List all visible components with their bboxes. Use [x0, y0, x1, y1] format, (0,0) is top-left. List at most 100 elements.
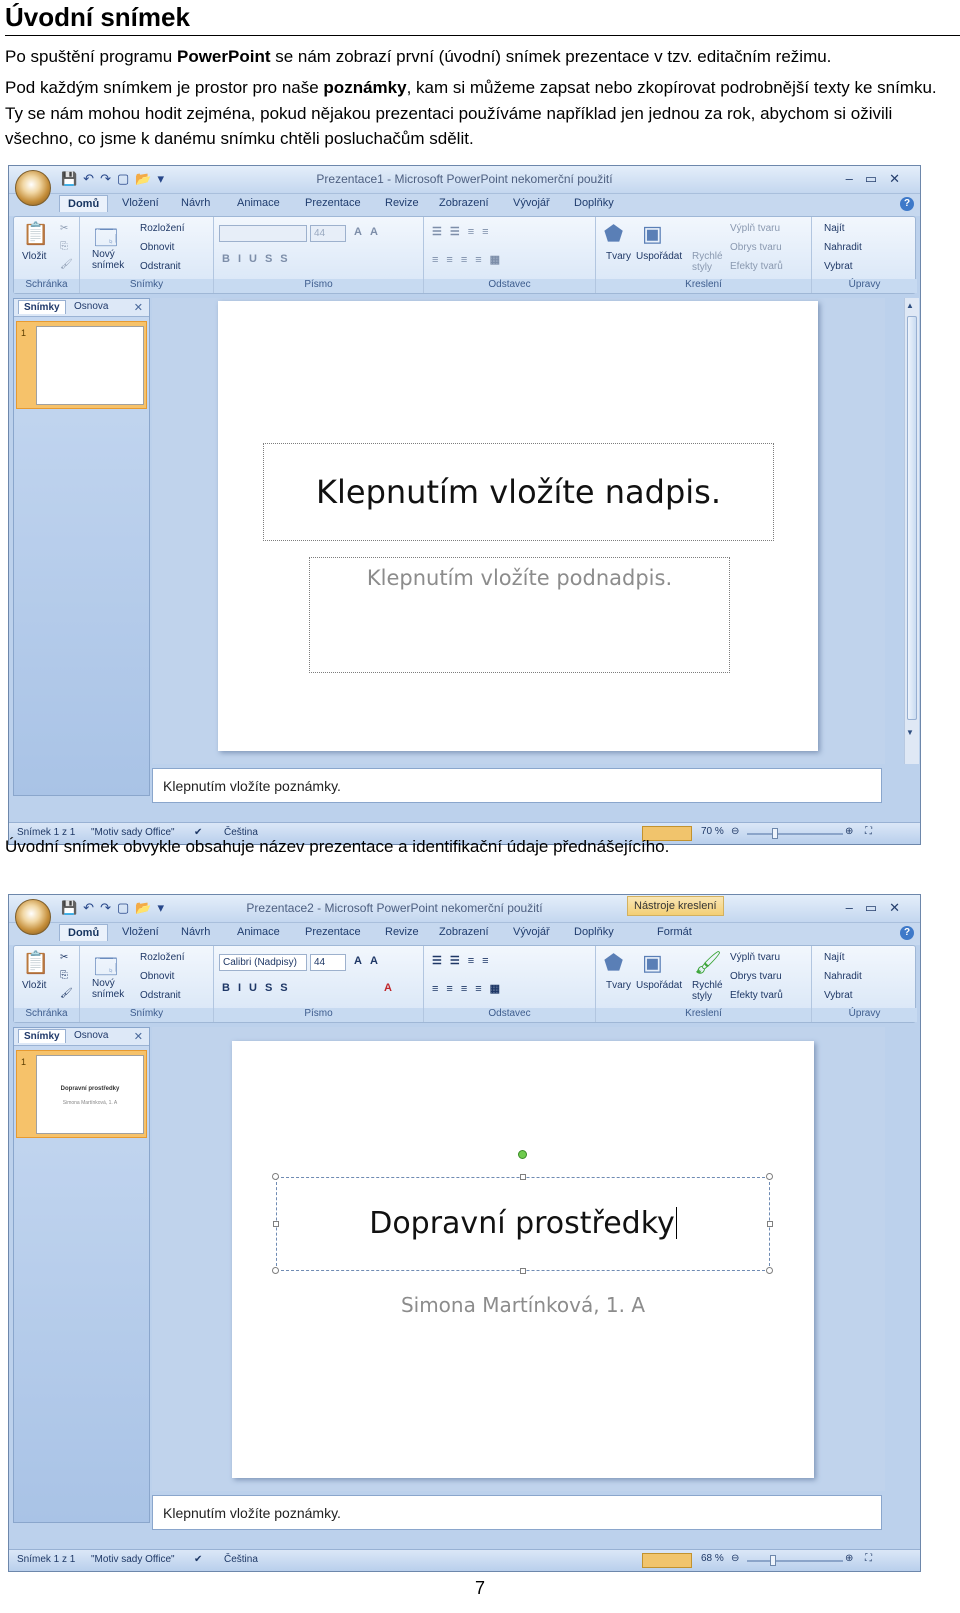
zoom-level[interactable]: 68 %	[701, 1553, 724, 1564]
tab-prezentace[interactable]: Prezentace	[305, 197, 361, 209]
tab-format[interactable]: Formát	[657, 926, 692, 938]
font-name-select[interactable]	[219, 225, 307, 242]
tab-vlozeni[interactable]: Vložení	[122, 197, 159, 209]
new-slide-button[interactable]: Nový snímek	[92, 249, 132, 271]
vertical-scrollbar[interactable]: ▲ ▼	[904, 298, 919, 764]
tab-domu[interactable]: Domů	[59, 924, 109, 941]
cut-icon[interactable]: ✂	[60, 223, 68, 234]
shape-effects-button[interactable]: Efekty tvarů	[730, 261, 783, 272]
find-button[interactable]: Najít	[824, 952, 845, 963]
tab-vlozeni[interactable]: Vložení	[122, 926, 159, 938]
replace-button[interactable]: Nahradit	[824, 242, 862, 253]
align-icons[interactable]: ≡≡≡≡▦	[432, 253, 508, 266]
zoom-out-icon[interactable]: ⊖	[731, 1553, 739, 1564]
tab-revize[interactable]: Revize	[385, 926, 419, 938]
delete-slide-button[interactable]: Odstranit	[140, 261, 181, 272]
cut-icon[interactable]: ✂	[60, 952, 68, 963]
close-icon[interactable]: ✕	[134, 301, 143, 314]
select-button[interactable]: Vybrat	[824, 261, 853, 272]
title-placeholder[interactable]: Klepnutím vložíte nadpis.	[263, 443, 774, 541]
font-format-icons[interactable]: BIUSS	[222, 253, 296, 265]
font-name-select[interactable]: Calibri (Nadpisy)	[219, 954, 307, 971]
tab-prezentace[interactable]: Prezentace	[305, 926, 361, 938]
list-icons[interactable]: ☰☰≡≡	[432, 225, 497, 238]
shapes-button[interactable]: Tvary	[606, 980, 631, 991]
select-button[interactable]: Vybrat	[824, 990, 853, 1001]
view-buttons[interactable]	[642, 1553, 692, 1568]
quick-styles-button[interactable]: Rychlé styly	[692, 251, 726, 273]
tab-revize[interactable]: Revize	[385, 197, 419, 209]
new-slide-button[interactable]: Nový snímek	[92, 978, 132, 1000]
paste-button[interactable]: Vložit	[22, 251, 46, 262]
status-language[interactable]: Čeština	[224, 1554, 258, 1565]
delete-slide-button[interactable]: Odstranit	[140, 990, 181, 1001]
layout-button[interactable]: Rozložení	[140, 223, 184, 234]
scroll-down-icon[interactable]: ▼	[906, 728, 914, 737]
tab-animace[interactable]: Animace	[237, 197, 280, 209]
grow-shrink-icons[interactable]: AA	[354, 226, 386, 238]
layout-button[interactable]: Rozložení	[140, 952, 184, 963]
reset-button[interactable]: Obnovit	[140, 242, 174, 253]
tab-navrh[interactable]: Návrh	[181, 197, 210, 209]
font-color-icon[interactable]: A	[384, 982, 400, 994]
copy-icon[interactable]: ⎘	[60, 970, 68, 981]
close-icon[interactable]: ✕	[134, 1030, 143, 1043]
list-icons[interactable]: ☰☰≡≡	[432, 954, 497, 967]
tab-osnova[interactable]: Osnova	[74, 1030, 108, 1041]
shape-effects-button[interactable]: Efekty tvarů	[730, 990, 783, 1001]
slide-title[interactable]: Dopravní prostředky	[276, 1177, 770, 1271]
font-size-select[interactable]: 44	[310, 954, 346, 971]
scrollbar-thumb[interactable]	[907, 316, 917, 720]
tab-domu[interactable]: Domů	[59, 195, 109, 212]
align-icons[interactable]: ≡≡≡≡▦	[432, 982, 508, 995]
notes-pane[interactable]: Klepnutím vložíte poznámky.	[152, 768, 882, 803]
office-button[interactable]	[15, 899, 51, 935]
shape-outline-button[interactable]: Obrys tvaru	[730, 971, 782, 982]
office-button[interactable]	[15, 170, 51, 206]
arrange-button[interactable]: Uspořádat	[636, 980, 682, 991]
window-controls[interactable]: –▭✕	[846, 171, 912, 187]
grow-shrink-icons[interactable]: AA	[354, 955, 386, 967]
format-painter-icon[interactable]: 🖌	[60, 988, 73, 999]
reset-button[interactable]: Obnovit	[140, 971, 174, 982]
rotate-handle[interactable]	[518, 1150, 527, 1159]
shapes-button[interactable]: Tvary	[606, 251, 631, 262]
tab-zobrazeni[interactable]: Zobrazení	[439, 926, 489, 938]
shape-fill-button[interactable]: Výplň tvaru	[730, 952, 780, 963]
font-size-select[interactable]: 44	[310, 225, 346, 242]
tab-animace[interactable]: Animace	[237, 926, 280, 938]
slide-thumbnail[interactable]: 1 Dopravní prostředky Simona Martínková,…	[16, 1050, 147, 1138]
zoom-in-icon[interactable]: ⊕	[845, 1553, 853, 1564]
tab-zobrazeni[interactable]: Zobrazení	[439, 197, 489, 209]
quick-styles-button[interactable]: Rychlé styly	[692, 980, 726, 1002]
help-icon[interactable]: ?	[900, 197, 914, 211]
tab-vyvojar[interactable]: Vývojář	[513, 926, 550, 938]
tab-vyvojar[interactable]: Vývojář	[513, 197, 550, 209]
tab-doplnky[interactable]: Doplňky	[574, 926, 614, 938]
spellcheck-icon[interactable]: ✔	[194, 1554, 202, 1565]
shape-fill-button[interactable]: Výplň tvaru	[730, 223, 780, 234]
tab-snimky[interactable]: Snímky	[18, 300, 66, 314]
tab-navrh[interactable]: Návrh	[181, 926, 210, 938]
find-button[interactable]: Najít	[824, 223, 845, 234]
help-icon[interactable]: ?	[900, 926, 914, 940]
paste-button[interactable]: Vložit	[22, 980, 46, 991]
scroll-up-icon[interactable]: ▲	[906, 301, 914, 310]
window-controls[interactable]: –▭✕	[846, 900, 912, 916]
tab-doplnky[interactable]: Doplňky	[574, 197, 614, 209]
zoom-slider[interactable]	[747, 1560, 843, 1562]
zoom-slider-knob[interactable]	[770, 1555, 776, 1566]
fit-window-icon[interactable]: ⛶	[865, 1553, 872, 1564]
notes-pane[interactable]: Klepnutím vložíte poznámky.	[152, 1495, 882, 1530]
font-format-icons[interactable]: BIUSS	[222, 982, 296, 994]
shape-outline-button[interactable]: Obrys tvaru	[730, 242, 782, 253]
replace-button[interactable]: Nahradit	[824, 971, 862, 982]
tab-osnova[interactable]: Osnova	[74, 301, 108, 312]
subtitle-placeholder[interactable]: Klepnutím vložíte podnadpis.	[309, 557, 730, 673]
tab-snimky[interactable]: Snímky	[18, 1029, 66, 1043]
copy-icon[interactable]: ⎘	[60, 241, 68, 252]
slide-subtitle[interactable]: Simona Martínková, 1. A	[276, 1293, 770, 1317]
slide-thumbnail[interactable]: 1	[16, 321, 147, 409]
format-painter-icon[interactable]: 🖌	[60, 259, 73, 270]
arrange-button[interactable]: Uspořádat	[636, 251, 682, 262]
